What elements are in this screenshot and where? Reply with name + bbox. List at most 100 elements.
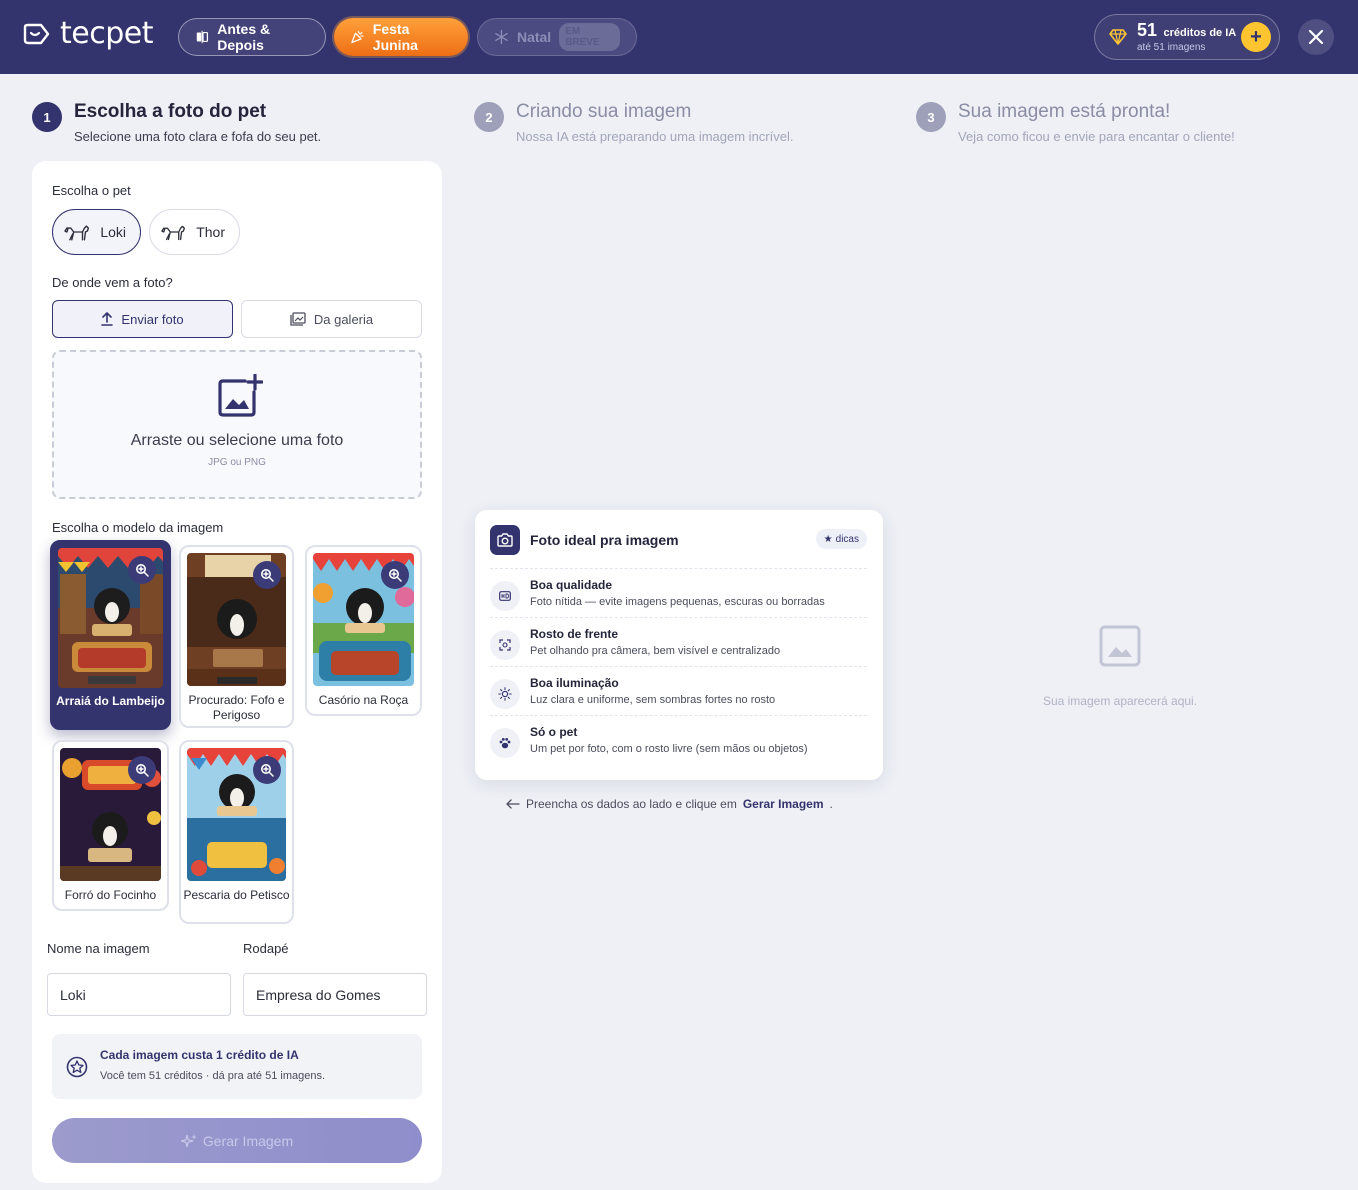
step-desc: Veja como ficou e envie para encantar o … [958, 129, 1235, 144]
step-title: Escolha a foto do pet [74, 101, 267, 122]
name-input[interactable] [47, 973, 231, 1016]
credits-count: 51 [1137, 20, 1158, 40]
tab-natal-label: Natal [516, 29, 552, 45]
zoom-button[interactable] [253, 756, 281, 784]
gallery-label: Da galeria [313, 311, 374, 327]
upload-icon [101, 312, 114, 326]
credits-text: 51 créditos de IA até 51 imagens [1137, 21, 1241, 53]
pet-chip-thor[interactable]: Thor [149, 209, 240, 255]
template-name: Pescaria do Petisco [183, 888, 290, 902]
pet-chip-loki[interactable]: Loki [52, 209, 141, 255]
template-name: Procurado: Fofo e Perigoso [188, 693, 285, 722]
tab-festa-junina-label: Festa Junina [372, 21, 418, 53]
tab-antes-depois[interactable]: Antes & Depois [178, 18, 326, 56]
step-desc: Selecione uma foto clara e fofa do seu p… [74, 129, 322, 144]
tips-title: Foto ideal pra imagem [530, 532, 679, 548]
tecpet-logo[interactable]: tecpet [22, 16, 153, 51]
credits-sub: até 51 imagens [1137, 42, 1206, 53]
photo-tips-card: Foto ideal pra imagem ★ dicas Boa qualid… [475, 510, 883, 780]
result-placeholder: Sua imagem aparecerá aqui. [1000, 625, 1240, 708]
sparkle-icon [180, 1133, 197, 1147]
template-pescaria-petisco[interactable]: Pescaria do Petisco [179, 740, 294, 924]
dropzone-title: Arraste ou selecione uma foto [130, 432, 344, 449]
close-button[interactable] [1298, 19, 1334, 55]
pet-label: Escolha o pet [52, 183, 131, 198]
step-desc: Nossa IA está preparando uma imagem incr… [516, 129, 794, 144]
tip-desc: Luz clara e uniforme, sem sombras fortes… [530, 694, 776, 706]
dog-icon [64, 225, 90, 241]
snowflake-icon [495, 29, 508, 45]
template-name: Arraiá do Lambeijo [56, 694, 165, 708]
face-scan-icon [490, 630, 520, 660]
step-title: Criando sua imagem [516, 101, 692, 122]
upload-photo-button[interactable]: Enviar foto [52, 300, 233, 338]
step-3: 3 Sua imagem está pronta! Veja como fico… [916, 101, 1235, 144]
tip-desc: Um pet por foto, com o rosto livre (sem … [530, 743, 808, 755]
tip-desc: Foto nítida — evite imagens pequenas, es… [530, 596, 825, 608]
tip-title: Só o pet [530, 725, 578, 739]
tip-desc: Pet olhando pra câmera, bem visível e ce… [530, 645, 781, 657]
tip-item: Só o pet Um pet por foto, com o rosto li… [490, 715, 867, 764]
star-icon: ★ [823, 533, 833, 545]
tip-item: Boa iluminação Luz clara e uniforme, sem… [490, 666, 867, 715]
gallery-button[interactable]: Da galeria [241, 300, 422, 338]
name-field-label: Nome na imagem [47, 941, 150, 956]
template-procurado[interactable]: Procurado: Fofo e Perigoso [179, 545, 294, 728]
add-image-icon [218, 374, 263, 417]
generate-hint: Preencha os dados ao lado e clique em Ge… [506, 797, 833, 811]
step-title: Sua imagem está pronta! [958, 101, 1171, 122]
zoom-icon [136, 564, 149, 577]
generate-image-button[interactable]: Gerar Imagem [52, 1118, 422, 1163]
dropzone-formats: JPG ou PNG [208, 457, 266, 468]
credit-info-title: Cada imagem custa 1 crédito de IA [100, 1048, 299, 1062]
paw-icon [490, 728, 520, 758]
dog-icon [161, 225, 185, 241]
zoom-icon [389, 569, 402, 582]
star-badge-icon [66, 1056, 88, 1078]
logo-icon [23, 23, 50, 44]
tip-item: Boa qualidade Foto nítida — evite imagen… [490, 568, 867, 617]
zoom-button[interactable] [128, 556, 156, 584]
zoom-button[interactable] [253, 561, 281, 589]
tab-natal: Natal EM BREVE [477, 18, 637, 56]
footer-field-label: Rodapé [243, 941, 289, 956]
diamond-icon [1109, 29, 1127, 45]
tips-badge-label: dicas [835, 533, 859, 545]
tip-item: Rosto de frente Pet olhando pra câmera, … [490, 617, 867, 666]
tab-antes-depois-label: Antes & Depois [217, 21, 271, 53]
photo-dropzone[interactable]: Arraste ou selecione uma foto JPG ou PNG [52, 350, 422, 499]
close-icon [1308, 29, 1324, 45]
before-after-icon [196, 30, 209, 44]
step-number: 2 [474, 102, 504, 132]
upload-photo-label: Enviar foto [121, 311, 184, 327]
credit-info-box: Cada imagem custa 1 crédito de IA Você t… [52, 1034, 422, 1099]
hint-generate-link[interactable]: Gerar Imagem [743, 797, 824, 811]
hd-icon [490, 581, 520, 611]
zoom-button[interactable] [381, 561, 409, 589]
credits-widget[interactable]: 51 créditos de IA até 51 imagens + [1094, 14, 1280, 60]
pet-name: Loki [100, 224, 126, 240]
tip-title: Boa iluminação [530, 676, 619, 690]
tip-title: Boa qualidade [530, 578, 613, 592]
gallery-icon [290, 312, 306, 326]
template-forro-focinho[interactable]: Forró do Focinho [52, 740, 169, 911]
zoom-icon [261, 764, 274, 777]
footer-input[interactable] [243, 973, 427, 1016]
step-number: 3 [916, 102, 946, 132]
sun-icon [490, 679, 520, 709]
credit-info-sub: Você tem 51 créditos · dá pra até 51 ima… [100, 1070, 326, 1082]
hint-text: Preencha os dados ao lado e clique em [526, 797, 737, 811]
template-label: Escolha o modelo da imagem [52, 520, 224, 535]
hint-end: . [829, 797, 833, 811]
template-arraia-lambeijo[interactable]: Arraiá do Lambeijo [50, 540, 171, 730]
zoom-button[interactable] [128, 756, 156, 784]
logo-text: tecpet [60, 16, 153, 51]
step-number: 1 [32, 102, 62, 132]
camera-icon [490, 525, 520, 555]
source-label: De onde vem a foto? [52, 275, 173, 290]
add-credits-button[interactable]: + [1241, 22, 1271, 52]
tab-festa-junina[interactable]: Festa Junina [334, 18, 468, 56]
template-name: Casório na Roça [318, 693, 409, 707]
zoom-icon [136, 764, 149, 777]
template-casorio[interactable]: Casório na Roça [305, 545, 422, 716]
